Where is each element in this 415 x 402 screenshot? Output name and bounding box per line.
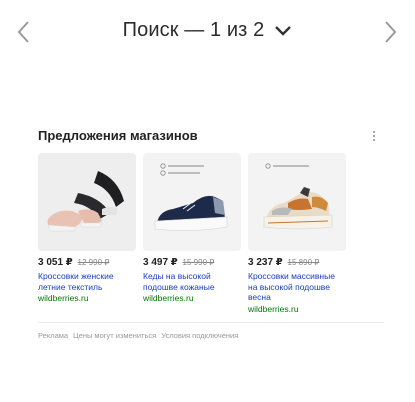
- product-sneaker-chunky-image: [248, 153, 346, 251]
- offer-card[interactable]: 3 051 ₽ 12 990 ₽ Кроссовки женские летни…: [38, 153, 136, 315]
- product-title-link[interactable]: Кеды на высокой подошве кожаные: [143, 271, 241, 292]
- offer-cards: 3 051 ₽ 12 990 ₽ Кроссовки женские летни…: [38, 153, 346, 315]
- product-image[interactable]: [143, 153, 241, 251]
- offer-card[interactable]: 3 237 ₽ 15 890 ₽ Кроссовки массивные на …: [248, 153, 346, 315]
- price-row: 3 497 ₽ 15 990 ₽: [143, 257, 241, 269]
- prices-disclaimer: Цены могут измениться: [73, 331, 157, 340]
- shop-offers-block: Предложения магазинов 3 051 ₽ 12 990 ₽ К…: [38, 128, 388, 314]
- old-price: 15 990 ₽: [182, 258, 215, 267]
- product-title-link[interactable]: Кроссовки женские летние текстиль: [38, 271, 136, 292]
- more-options-button[interactable]: [368, 131, 380, 145]
- expand-results-button[interactable]: [274, 25, 292, 37]
- shop-offers-header: Предложения магазинов: [38, 128, 388, 148]
- more-vertical-icon: [373, 131, 375, 133]
- price: 3 497 ₽: [143, 257, 178, 268]
- chevron-down-icon: [275, 25, 292, 36]
- price: 3 237 ₽: [248, 257, 283, 268]
- product-title-link[interactable]: Кроссовки массивные на высокой подошве в…: [248, 271, 346, 303]
- results-title: Поиск — 1 из 2: [122, 19, 265, 41]
- shop-domain-link[interactable]: wildberries.ru: [248, 304, 346, 315]
- footer-divider: [38, 322, 384, 323]
- product-sneaker-navy-image: [143, 153, 241, 251]
- more-vertical-icon-dot: [373, 135, 375, 137]
- product-image[interactable]: [248, 153, 346, 251]
- product-sneaker-legs-image: [38, 153, 136, 251]
- shop-offers-title: Предложения магазинов: [38, 128, 198, 143]
- old-price: 12 990 ₽: [77, 258, 110, 267]
- shop-domain-link[interactable]: wildberries.ru: [143, 293, 241, 304]
- results-navigation-bar: Поиск — 1 из 2: [0, 0, 415, 64]
- shop-domain-link[interactable]: wildberries.ru: [38, 293, 136, 304]
- price-row: 3 051 ₽ 12 990 ₽: [38, 257, 136, 269]
- next-result-button[interactable]: [382, 20, 398, 44]
- offers-footer: Реклама Цены могут измениться Условия по…: [38, 331, 238, 340]
- more-vertical-icon-dot: [373, 139, 375, 141]
- terms-link[interactable]: Условия подключения: [161, 331, 238, 340]
- old-price: 15 890 ₽: [287, 258, 320, 267]
- price-row: 3 237 ₽ 15 890 ₽: [248, 257, 346, 269]
- chevron-right-icon: [385, 21, 397, 43]
- offer-card[interactable]: 3 497 ₽ 15 990 ₽ Кеды на высокой подошве…: [143, 153, 241, 315]
- results-title-group: Поиск — 1 из 2: [0, 19, 415, 42]
- price: 3 051 ₽: [38, 257, 73, 268]
- product-image[interactable]: [38, 153, 136, 251]
- ad-label: Реклама: [38, 331, 69, 340]
